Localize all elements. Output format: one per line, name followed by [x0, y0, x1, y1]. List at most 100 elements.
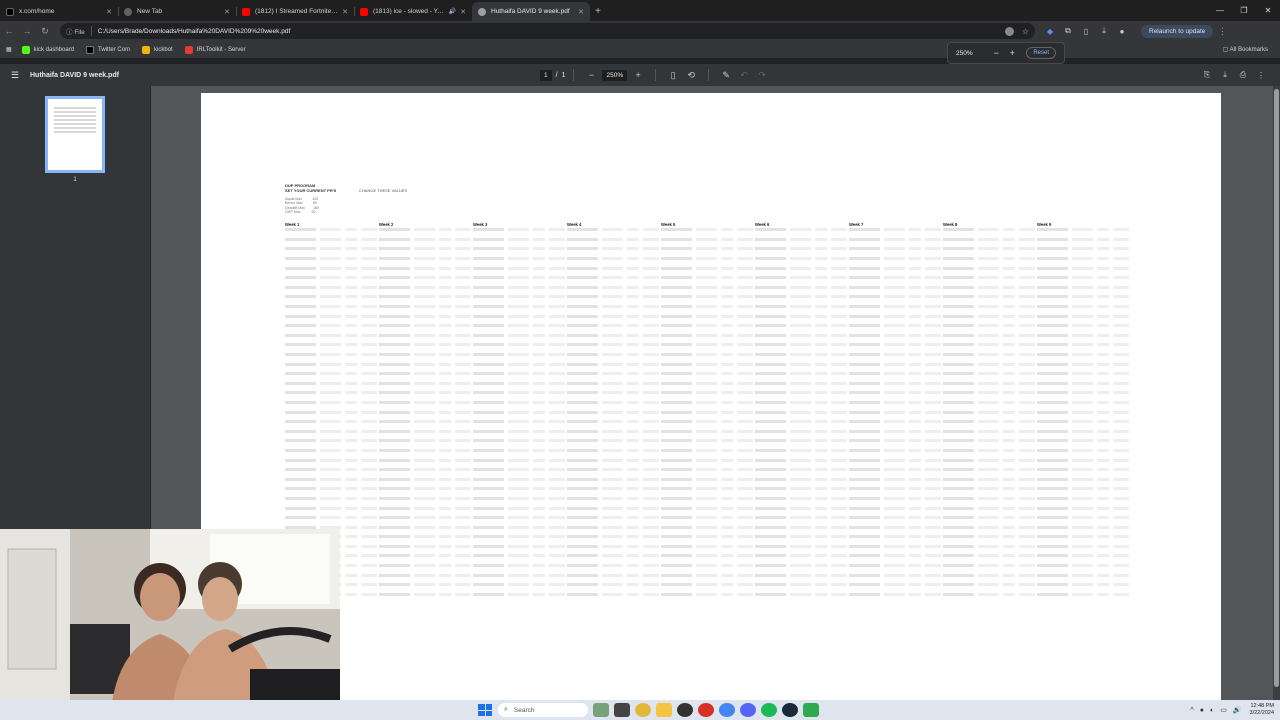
tab-x-home[interactable]: x.com/home ✕ — [0, 2, 118, 21]
app-red-icon[interactable] — [698, 703, 714, 717]
close-window-icon[interactable]: ✕ — [1256, 0, 1280, 21]
bookmark-kick-dashboard[interactable]: kick dashboard — [21, 45, 74, 54]
tab-strip: x.com/home ✕ New Tab ✕ (1812) I Streamed… — [0, 0, 1280, 21]
zoom-out-button[interactable]: − — [988, 48, 1004, 58]
pr-label: Deadlift Max — [285, 205, 305, 210]
vertical-scrollbar[interactable] — [1273, 86, 1280, 700]
sidepanel-icon[interactable]: ▯ — [1077, 27, 1095, 36]
profile-avatar-icon[interactable]: ● — [1113, 27, 1131, 36]
tab-title: (1812) I Streamed Fortnite for — [255, 8, 339, 15]
chevron-up-icon[interactable]: ^ — [1190, 707, 1193, 714]
file-label: File — [74, 29, 85, 36]
table-row — [379, 496, 471, 500]
app-green-icon[interactable] — [803, 703, 819, 717]
tray-app-icon[interactable]: ● — [1200, 707, 1204, 714]
table-row — [473, 553, 565, 558]
steam-icon[interactable] — [782, 703, 798, 717]
table-row — [849, 429, 941, 433]
file-scheme-chip[interactable]: ⓘ File — [66, 26, 92, 36]
network-icon[interactable]: ▭ — [1220, 706, 1227, 714]
table-row — [473, 419, 565, 424]
table-row — [379, 352, 471, 357]
tab-pdf-active[interactable]: Huthaifa DAVID 9 week.pdf ✕ — [472, 2, 590, 21]
zoom-in-icon[interactable]: + — [629, 70, 647, 80]
zoom-out-icon[interactable]: − — [582, 70, 600, 80]
spotify-icon[interactable] — [761, 703, 777, 717]
widgets-icon[interactable] — [593, 703, 609, 717]
zoom-reset-button[interactable]: Reset — [1026, 47, 1056, 59]
obs-icon[interactable] — [677, 703, 693, 717]
table-row — [567, 333, 659, 337]
redo-icon[interactable]: ↷ — [753, 70, 771, 81]
tab-youtube-ice[interactable]: (1813) ice - slowed - YouTu 🔊 ✕ — [354, 2, 472, 21]
new-tab-button[interactable]: + — [590, 2, 606, 21]
tray-app-icon[interactable]: ◐ — [1210, 707, 1214, 714]
table-row — [755, 246, 847, 251]
save-with-annotations-icon[interactable]: ⎘ — [1198, 70, 1216, 80]
page-number-input[interactable]: 1 — [540, 69, 552, 81]
download-icon[interactable]: ⤓ — [1216, 70, 1234, 80]
minimize-icon[interactable]: — — [1208, 0, 1232, 21]
table-row — [379, 582, 471, 587]
back-icon[interactable]: ← — [0, 22, 18, 40]
table-row — [1037, 227, 1129, 232]
close-icon[interactable]: ✕ — [578, 8, 584, 16]
table-row — [661, 429, 753, 433]
extension-icon[interactable]: ◆ — [1041, 27, 1059, 36]
more-actions-icon[interactable]: ⋮ — [1252, 71, 1270, 80]
table-row — [755, 592, 847, 596]
table-row — [943, 400, 1035, 404]
discord-icon[interactable] — [740, 703, 756, 717]
table-row — [943, 275, 1035, 280]
tab-new-tab[interactable]: New Tab ✕ — [118, 2, 236, 21]
chrome-icon[interactable] — [635, 703, 651, 717]
table-row — [849, 246, 941, 251]
rotate-icon[interactable]: ⟲ — [682, 70, 700, 81]
tab-youtube-fortnite[interactable]: (1812) I Streamed Fortnite for ✕ — [236, 2, 354, 21]
file-explorer-icon[interactable] — [656, 703, 672, 717]
maximize-icon[interactable]: ❐ — [1232, 0, 1256, 21]
close-icon[interactable]: ✕ — [224, 8, 230, 16]
table-row — [1037, 496, 1129, 500]
bookmark-star-icon[interactable]: ☆ — [1022, 27, 1029, 36]
fit-page-icon[interactable]: ▯ — [664, 70, 682, 81]
download-icon[interactable]: ⤓ — [1095, 26, 1113, 36]
table-row — [943, 515, 1035, 520]
taskbar-search-box[interactable]: ⌕ Search — [498, 703, 588, 717]
close-icon[interactable]: ✕ — [460, 8, 466, 16]
speaker-icon[interactable]: 🔊 — [449, 8, 456, 15]
chrome-alt-icon[interactable] — [719, 703, 735, 717]
close-icon[interactable]: ✕ — [342, 8, 348, 16]
clock[interactable]: 12:48 PM 3/22/2024 — [1250, 703, 1274, 717]
print-icon[interactable]: ⎙ — [1234, 70, 1252, 80]
pdf-zoom-input[interactable]: 250% — [602, 69, 628, 81]
table-row — [567, 400, 659, 404]
url-text[interactable]: C:/Users/Brade/Downloads/Huthaifa%20DAVI… — [98, 28, 1001, 35]
table-row — [1037, 256, 1129, 261]
reload-icon[interactable]: ↻ — [36, 22, 54, 40]
kebab-menu-icon[interactable]: ⋮ — [1213, 22, 1231, 40]
close-icon[interactable]: ✕ — [106, 8, 112, 16]
relaunch-to-update-button[interactable]: Relaunch to update — [1141, 24, 1214, 38]
pdf-menu-icon[interactable]: ☰ — [0, 70, 30, 81]
bookmark-twitter[interactable]: Twitter Com — [86, 45, 130, 54]
forward-icon[interactable]: → — [18, 22, 36, 40]
bookmark-irltoolkit[interactable]: IRLToolkit - Server — [184, 45, 246, 54]
zoom-indicator-icon[interactable] — [1004, 26, 1014, 36]
table-row — [755, 534, 847, 539]
page-thumbnail[interactable] — [45, 96, 105, 173]
annotate-pen-icon[interactable]: ✎ — [717, 70, 735, 81]
table-row — [755, 515, 847, 520]
all-bookmarks-button[interactable]: ▢ All Bookmarks — [1223, 46, 1268, 53]
scrollbar-thumb[interactable] — [1274, 89, 1279, 687]
apps-grid-icon[interactable]: ▦ — [6, 46, 12, 53]
windows-start-icon[interactable] — [478, 704, 492, 716]
undo-icon[interactable]: ↶ — [735, 70, 753, 81]
puzzle-icon[interactable]: ⧉ — [1059, 26, 1077, 36]
volume-icon[interactable]: 🔊 — [1233, 706, 1242, 714]
bookmark-kickbot[interactable]: kickbot — [142, 45, 173, 54]
table-row — [755, 342, 847, 347]
task-view-icon[interactable] — [614, 703, 630, 717]
zoom-in-button[interactable]: + — [1004, 48, 1020, 58]
address-bar[interactable]: ⓘ File C:/Users/Brade/Downloads/Huthaifa… — [60, 23, 1035, 39]
